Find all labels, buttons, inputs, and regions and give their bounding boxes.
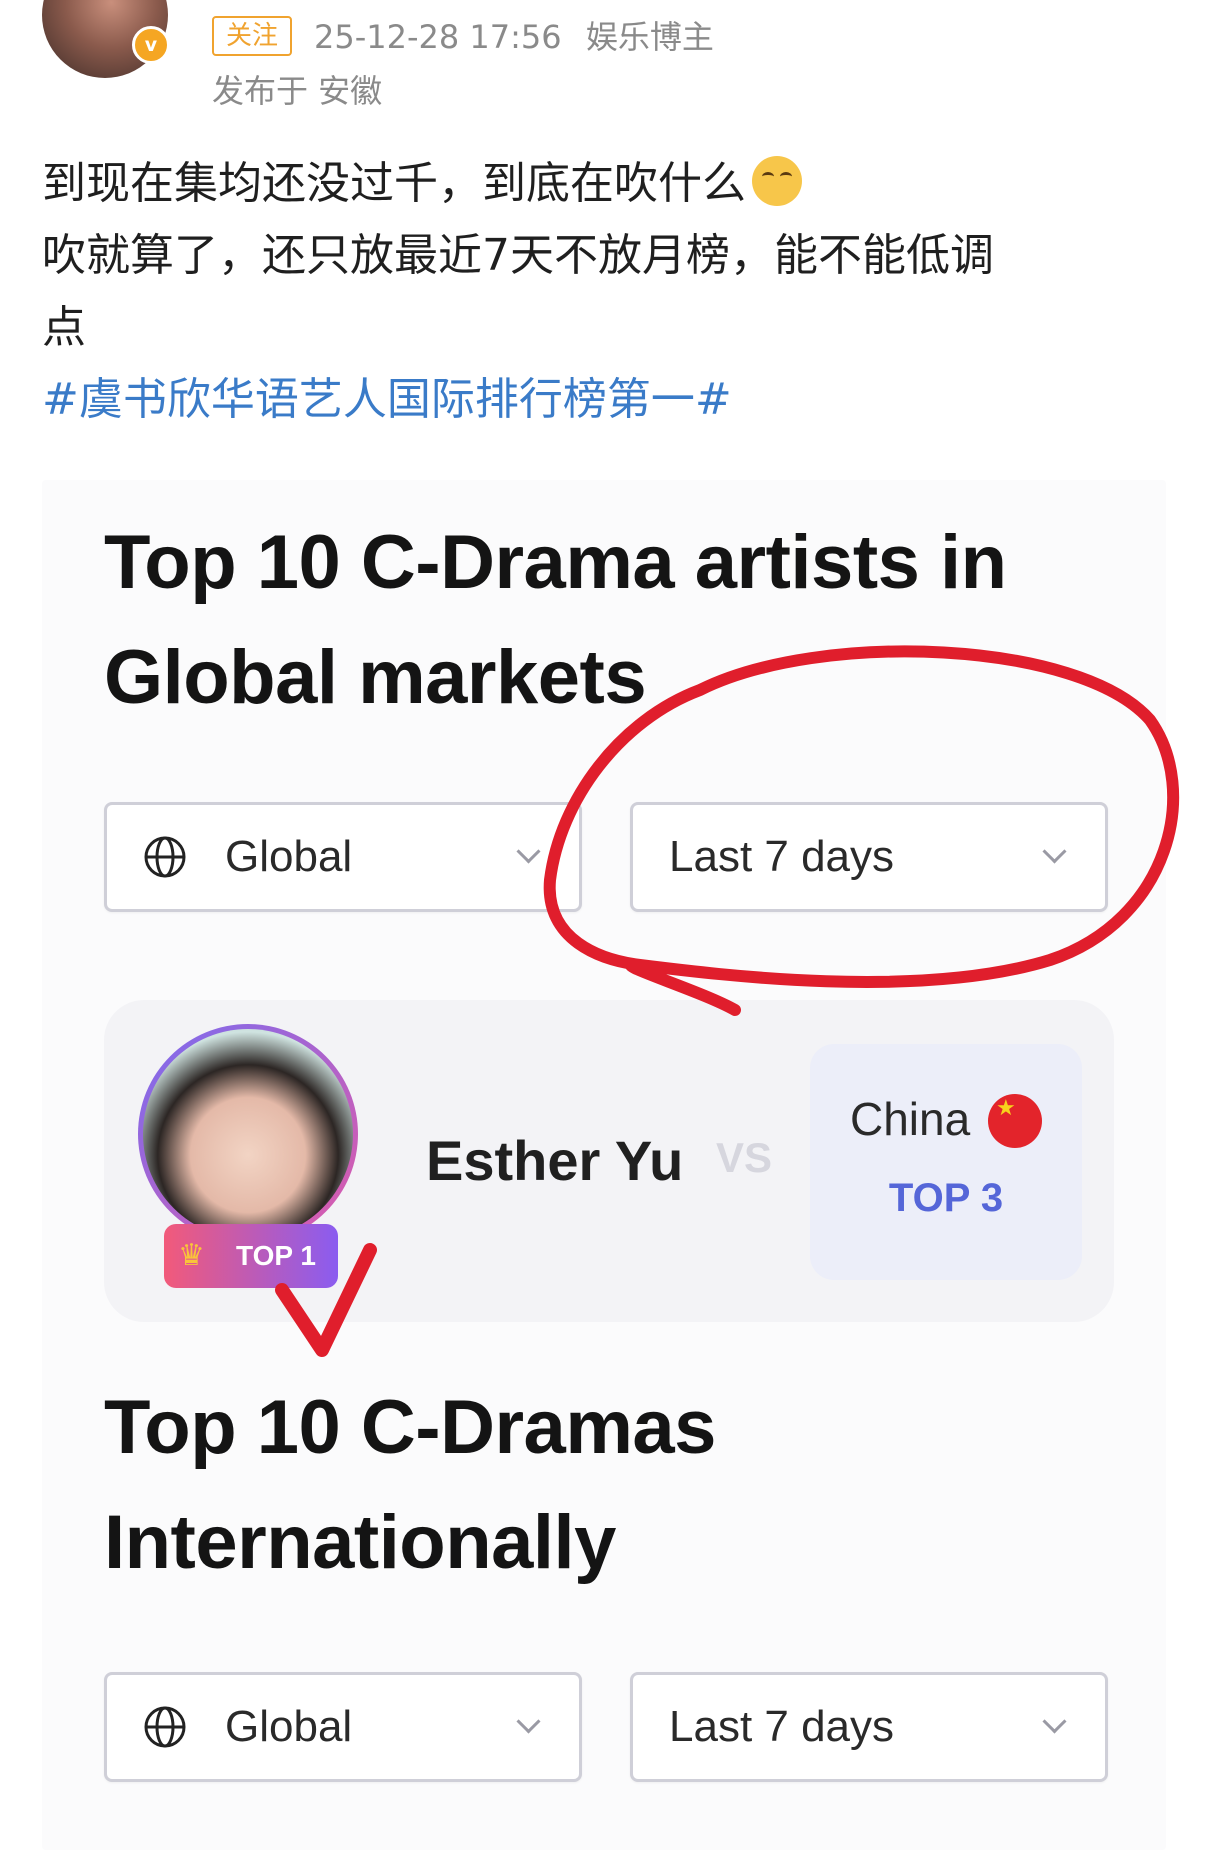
post-timestamp: 25-12-28 17:56 — [314, 18, 562, 56]
crown-icon: ♛ — [178, 1238, 205, 1273]
period-select[interactable]: Last 7 days — [630, 802, 1108, 912]
top-artist-card[interactable]: ♛ TOP 1 Esther Yu VS China TOP 3 — [104, 1000, 1114, 1322]
period-select-value: Last 7 days — [669, 832, 895, 881]
artist-name: Esther Yu — [426, 1129, 684, 1192]
chevron-down-icon — [1042, 1709, 1067, 1734]
section2-title-line2: Internationally — [104, 1500, 616, 1585]
chevron-down-icon — [516, 1709, 541, 1734]
chevron-down-icon — [516, 839, 541, 864]
region-select-2-value: Global — [225, 1702, 353, 1751]
section1-title-line1: Top 10 C-Drama artists in — [104, 520, 1007, 605]
globe-icon — [144, 1706, 186, 1748]
country-rank-box: China TOP 3 — [810, 1044, 1082, 1280]
post-meta: 25-12-28 17:56 娱乐博主 — [314, 12, 714, 58]
artist-photo — [138, 1024, 358, 1244]
region-select-value: Global — [225, 832, 353, 881]
verified-badge-icon: v — [132, 26, 170, 64]
post-line-1-text: 到现在集均还没过千，到底在吹什么 — [42, 158, 746, 209]
period-select-2-value: Last 7 days — [669, 1702, 895, 1751]
section2-title-line1: Top 10 C-Dramas — [104, 1385, 716, 1470]
chevron-down-icon — [1042, 839, 1067, 864]
hashtag-link[interactable]: #虞书欣华语艺人国际排行榜第一# — [42, 364, 1182, 436]
account-type: 娱乐博主 — [585, 18, 714, 56]
china-flag-icon — [988, 1094, 1042, 1148]
post-line-1: 到现在集均还没过千，到底在吹什么 — [42, 148, 1182, 220]
country-rank: TOP 3 — [888, 1176, 1004, 1220]
region-select[interactable]: Global — [104, 802, 582, 912]
globe-icon — [144, 836, 186, 878]
top-rank-badge: ♛ TOP 1 — [164, 1224, 338, 1288]
period-select-2[interactable]: Last 7 days — [630, 1672, 1108, 1782]
top-rank-label: TOP 1 — [236, 1240, 316, 1271]
post-body: 到现在集均还没过千，到底在吹什么 吹就算了，还只放最近7天不放月榜，能不能低调 … — [42, 148, 1182, 436]
country-name: China — [850, 1093, 971, 1145]
follow-button[interactable]: 关注 — [212, 16, 293, 56]
region-select-2[interactable]: Global — [104, 1672, 582, 1782]
post-line-3: 点 — [42, 302, 86, 353]
laugh-cry-emoji-icon — [752, 156, 802, 206]
post-line-2: 吹就算了，还只放最近7天不放月榜，能不能低调 — [42, 230, 994, 281]
post-location: 发布于 安徽 — [212, 72, 383, 110]
section1-title-line2: Global markets — [104, 635, 647, 720]
vs-label: VS — [716, 1134, 773, 1181]
